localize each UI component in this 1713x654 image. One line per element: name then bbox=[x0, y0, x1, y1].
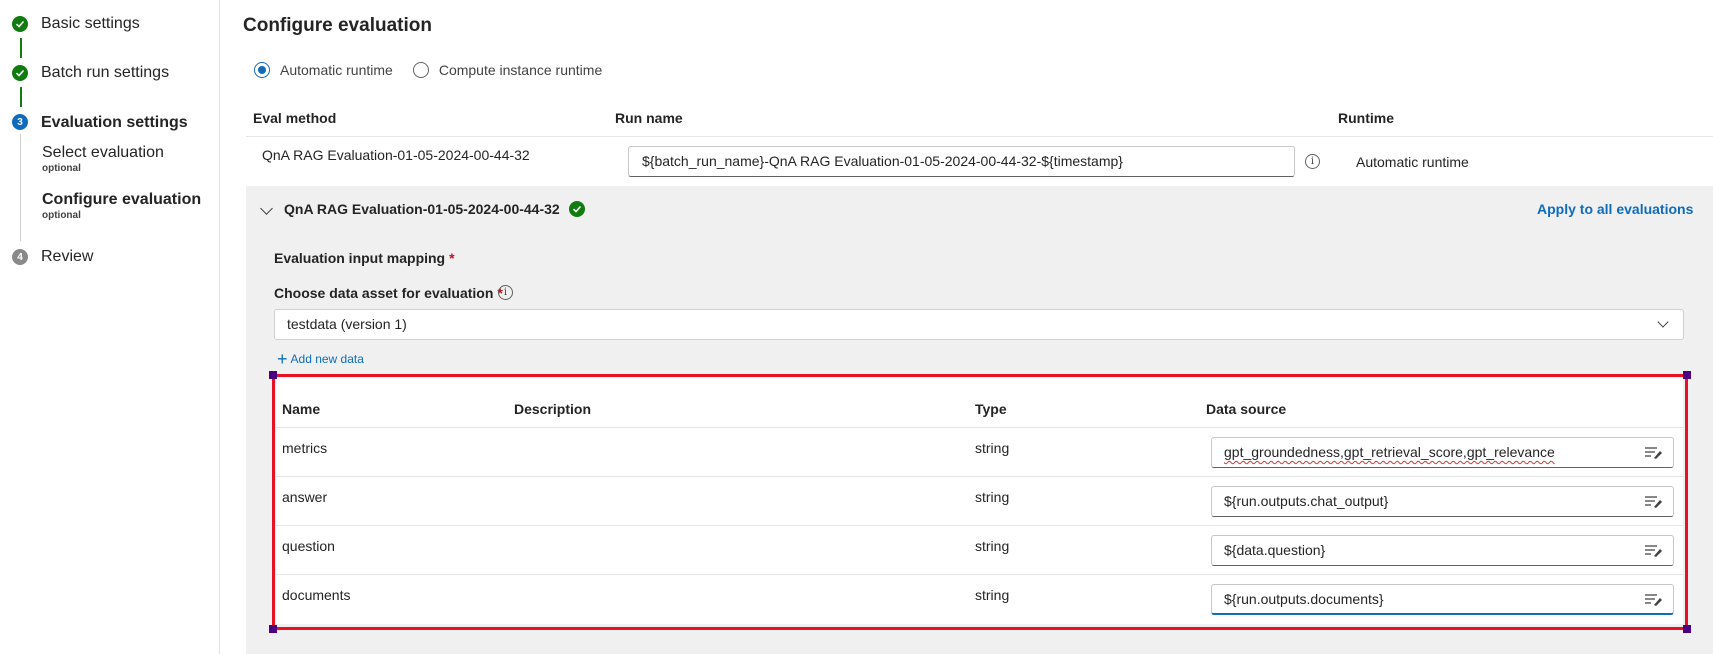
add-new-data-link[interactable]: + Add new data bbox=[277, 349, 364, 369]
data-source-value: ${run.outputs.chat_output} bbox=[1224, 493, 1389, 509]
compute-instance-runtime-radio[interactable] bbox=[412, 62, 429, 78]
row-name: question bbox=[282, 538, 335, 554]
table-row: answer string ${run.outputs.chat_output} bbox=[276, 476, 1683, 525]
column-header-description: Description bbox=[514, 401, 592, 417]
row-type: string bbox=[975, 538, 1010, 554]
eval-method-name: QnA RAG Evaluation-01-05-2024-00-44-32 bbox=[262, 147, 530, 163]
step-connector bbox=[20, 87, 22, 107]
check-icon bbox=[12, 16, 28, 32]
check-icon bbox=[12, 65, 28, 81]
radio-label[interactable]: Automatic runtime bbox=[280, 62, 393, 78]
column-header-eval-method: Eval method bbox=[253, 110, 337, 126]
mapping-label-text: Evaluation input mapping bbox=[274, 250, 446, 266]
column-header-data-source: Data source bbox=[1206, 401, 1287, 417]
required-mark: * bbox=[449, 250, 455, 266]
data-asset-label: Choose data asset for evaluation * bbox=[274, 285, 503, 301]
step-label: Batch run settings bbox=[41, 64, 170, 81]
step-connector bbox=[20, 38, 22, 58]
substep-select-evaluation[interactable]: Select evaluation optional bbox=[42, 144, 164, 174]
evaluation-panel-title[interactable]: QnA RAG Evaluation-01-05-2024-00-44-32 bbox=[284, 201, 560, 217]
data-asset-value: testdata (version 1) bbox=[287, 316, 407, 332]
page-title: Configure evaluation bbox=[243, 15, 432, 36]
plus-icon: + bbox=[277, 349, 288, 369]
data-source-value: ${run.outputs.documents} bbox=[1224, 591, 1384, 607]
step-number-badge: 3 bbox=[12, 114, 28, 130]
substep-configure-evaluation[interactable]: Configure evaluation optional bbox=[42, 191, 201, 221]
row-name: documents bbox=[282, 587, 351, 603]
wizard-sidebar: Basic settings Batch run settings 3 Eval… bbox=[0, 0, 220, 654]
table-row: metrics string gpt_groundedness,gpt_retr… bbox=[276, 427, 1683, 476]
step-connector bbox=[20, 134, 21, 241]
data-source-input[interactable]: ${run.outputs.documents} bbox=[1211, 584, 1674, 615]
check-icon bbox=[569, 201, 585, 217]
chevron-down-icon bbox=[1657, 316, 1669, 328]
step-label: Basic settings bbox=[41, 15, 140, 32]
substep-note: optional bbox=[42, 163, 81, 174]
row-type: string bbox=[975, 587, 1010, 603]
edit-mapping-icon[interactable] bbox=[1645, 446, 1663, 460]
row-name: metrics bbox=[282, 440, 328, 456]
radio-label[interactable]: Compute instance runtime bbox=[439, 62, 602, 78]
column-header-run-name: Run name bbox=[615, 110, 683, 126]
add-new-data-label: Add new data bbox=[290, 352, 364, 366]
column-header-name: Name bbox=[282, 401, 321, 417]
substep-note: optional bbox=[42, 210, 81, 221]
substep-label: Select evaluation bbox=[42, 144, 164, 161]
run-name-value: ${batch_run_name}-QnA RAG Evaluation-01-… bbox=[642, 153, 1123, 169]
table-row: question string ${data.question} bbox=[276, 525, 1683, 574]
row-type: string bbox=[975, 440, 1010, 456]
input-mapping-table: Name Description Type Data source metric… bbox=[276, 378, 1683, 624]
column-header-type: Type bbox=[975, 401, 1007, 417]
edit-mapping-icon[interactable] bbox=[1645, 495, 1663, 509]
run-name-input[interactable]: ${batch_run_name}-QnA RAG Evaluation-01-… bbox=[628, 146, 1295, 177]
step-label: Review bbox=[41, 248, 94, 265]
apply-to-all-link[interactable]: Apply to all evaluations bbox=[1537, 201, 1693, 217]
runtime-value: Automatic runtime bbox=[1356, 154, 1469, 170]
data-source-value: ${data.question} bbox=[1224, 542, 1326, 558]
info-icon[interactable]: i bbox=[498, 285, 513, 300]
step-number-badge: 4 bbox=[12, 249, 28, 265]
runtime-radio-group: Automatic runtime Compute instance runti… bbox=[254, 62, 622, 78]
divider bbox=[246, 136, 1713, 137]
data-source-value: gpt_groundedness,gpt_retrieval_score,gpt… bbox=[1224, 444, 1555, 460]
table-row: documents string ${run.outputs.documents… bbox=[276, 574, 1683, 623]
mapping-label: Evaluation input mapping * bbox=[274, 250, 455, 266]
row-type: string bbox=[975, 489, 1010, 505]
automatic-runtime-radio[interactable] bbox=[254, 62, 270, 78]
data-source-input[interactable]: ${run.outputs.chat_output} bbox=[1211, 486, 1674, 517]
substep-label: Configure evaluation bbox=[42, 191, 202, 208]
row-name: answer bbox=[282, 489, 328, 505]
info-icon[interactable]: i bbox=[1305, 154, 1320, 169]
step-label: Evaluation settings bbox=[41, 114, 188, 131]
edit-mapping-icon[interactable] bbox=[1645, 544, 1663, 558]
data-asset-select[interactable]: testdata (version 1) bbox=[274, 309, 1684, 340]
data-source-input[interactable]: ${data.question} bbox=[1211, 535, 1674, 566]
data-source-input[interactable]: gpt_groundedness,gpt_retrieval_score,gpt… bbox=[1211, 437, 1674, 468]
column-header-runtime: Runtime bbox=[1338, 110, 1394, 126]
data-asset-label-text: Choose data asset for evaluation bbox=[274, 285, 494, 301]
edit-mapping-icon[interactable] bbox=[1645, 593, 1663, 607]
